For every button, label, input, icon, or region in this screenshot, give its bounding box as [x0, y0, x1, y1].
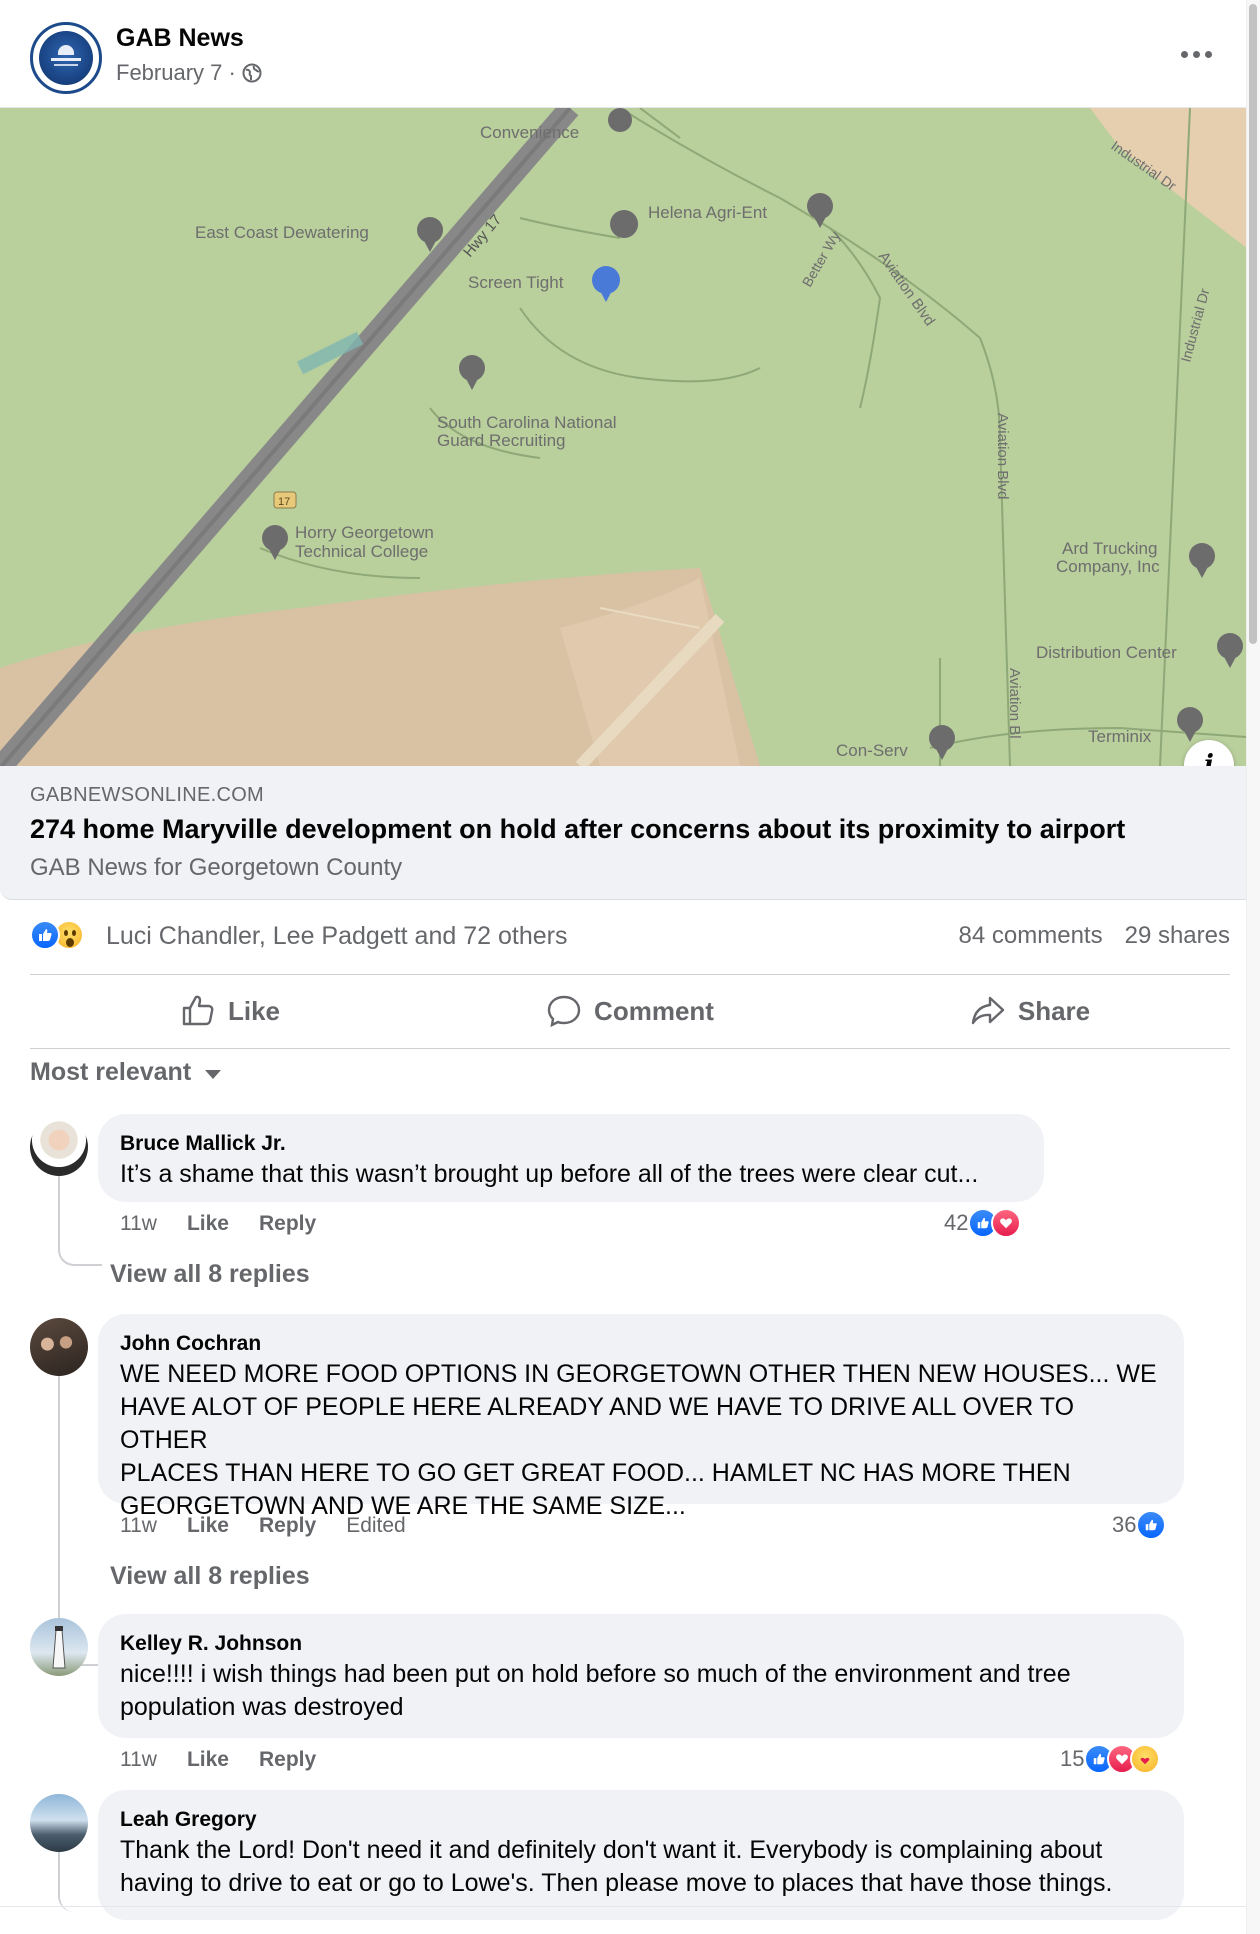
comment-sort-dropdown[interactable]: Most relevant: [30, 1058, 222, 1087]
commenter-name[interactable]: Bruce Mallick Jr.: [120, 1130, 1022, 1158]
link-preview-map-image[interactable]: Convenience East Coast Dewatering Helena…: [0, 108, 1260, 766]
commenter-avatar[interactable]: [30, 1618, 88, 1676]
globe-icon: [242, 63, 262, 83]
comment-meta: 11w Like Reply: [120, 1748, 316, 1772]
comment-bubble: John Cochran WE NEED MORE FOOD OPTIONS I…: [98, 1314, 1184, 1520]
comment-like-button[interactable]: Like: [187, 1514, 229, 1538]
comment-reactions[interactable]: 42: [944, 1208, 1022, 1238]
comment-text: Thank the Lord! Don't need it and defini…: [120, 1836, 1113, 1897]
map-label: 17: [278, 496, 290, 508]
view-replies-link[interactable]: View all 8 replies: [110, 1260, 310, 1289]
map-label: Distribution Center: [1036, 643, 1177, 662]
comment-time[interactable]: 11w: [120, 1212, 157, 1236]
commenter-avatar[interactable]: [30, 1794, 88, 1852]
commenter-name[interactable]: Leah Gregory: [120, 1806, 1162, 1834]
divider: [30, 974, 1230, 975]
comments-count[interactable]: 84 comments: [959, 922, 1103, 950]
like-button[interactable]: Like: [30, 976, 430, 1046]
map-label: Screen Tight: [468, 273, 564, 292]
thread-line: [58, 1176, 102, 1266]
like-reaction-icon: [30, 920, 60, 950]
scrollbar-thumb[interactable]: [1249, 4, 1257, 644]
link-subtitle: GAB News for Georgetown County: [30, 854, 403, 881]
share-label: Share: [1017, 995, 1091, 1026]
comment-reply-button[interactable]: Reply: [259, 1212, 316, 1236]
lighthouse-icon: [52, 1626, 66, 1669]
map-label: Guard Recruiting: [437, 431, 566, 450]
comment-reactions[interactable]: 36: [1112, 1510, 1167, 1540]
like-reaction-icon: [1136, 1510, 1167, 1540]
divider: [30, 1048, 1230, 1049]
reaction-count: 36: [1112, 1512, 1137, 1537]
link-domain: GABNEWSONLINE.COM: [30, 784, 265, 806]
caret-down-icon: [205, 1070, 222, 1079]
comment-bubble: Bruce Mallick Jr. It’s a shame that this…: [98, 1114, 1044, 1202]
page-name[interactable]: GAB News: [116, 24, 244, 53]
care-reaction-icon: [1130, 1744, 1161, 1774]
map-label: East Coast Dewatering: [195, 223, 369, 242]
comment-like-button[interactable]: Like: [187, 1748, 229, 1772]
gab-news-logo: [39, 31, 93, 85]
commenter-avatar[interactable]: [30, 1318, 88, 1376]
share-button[interactable]: Share: [830, 976, 1230, 1046]
map-label: Aviation Bl: [1006, 668, 1023, 739]
reaction-count: 42: [944, 1210, 969, 1235]
sort-label: Most relevant: [30, 1058, 192, 1086]
post-date[interactable]: February 7 ·: [116, 60, 236, 86]
reactors-text[interactable]: Luci Chandler, Lee Padgett and 72 others: [106, 922, 567, 951]
shares-count[interactable]: 29 shares: [1125, 922, 1230, 950]
map-label: Convenience: [480, 123, 579, 142]
reaction-count: 15: [1060, 1746, 1085, 1771]
comment-reactions[interactable]: 15: [1060, 1744, 1161, 1774]
comment-meta: 11w Like Reply: [120, 1212, 316, 1236]
map-label: Company, Inc: [1056, 557, 1160, 576]
map-label: Ard Trucking: [1062, 539, 1157, 558]
map-label: Con-Serv: [836, 741, 908, 760]
comment-text: nice!!!! i wish things had been put on h…: [120, 1660, 1071, 1721]
edited-label: Edited: [346, 1514, 406, 1537]
map-label: Horry Georgetown: [295, 523, 434, 542]
comment-bubble: Kelley R. Johnson nice!!!! i wish things…: [98, 1614, 1184, 1738]
comment-text: WE NEED MORE FOOD OPTIONS IN GEORGETOWN …: [120, 1360, 1157, 1520]
comment-time[interactable]: 11w: [120, 1748, 157, 1772]
scrollbar[interactable]: [1246, 0, 1260, 1934]
bottom-border: [0, 1906, 1246, 1907]
like-label: Like: [227, 995, 281, 1026]
view-replies-link[interactable]: View all 8 replies: [110, 1562, 310, 1591]
map-label: South Carolina National: [437, 413, 617, 432]
thumbs-up-icon: [182, 995, 214, 1026]
comment-bubble: Leah Gregory Thank the Lord! Don't need …: [98, 1790, 1184, 1920]
map-label: Aviation Blvd: [994, 413, 1011, 499]
comment-reply-button[interactable]: Reply: [259, 1748, 316, 1772]
comment-button[interactable]: Comment: [430, 976, 830, 1046]
post-counts: 84 comments 29 shares: [959, 922, 1230, 950]
commenter-name[interactable]: John Cochran: [120, 1330, 1162, 1358]
comment-like-button[interactable]: Like: [187, 1212, 229, 1236]
reaction-icons[interactable]: [30, 920, 84, 950]
commenter-avatar[interactable]: [30, 1118, 88, 1176]
comment-label: Comment: [594, 995, 714, 1026]
map-label: Technical College: [295, 542, 428, 561]
more-options-icon[interactable]: [1176, 36, 1216, 72]
map-label: Terminix: [1088, 727, 1152, 746]
link-title[interactable]: 274 home Maryville development on hold a…: [30, 814, 1125, 845]
map-graphic: Convenience East Coast Dewatering Helena…: [0, 108, 1260, 766]
post-stats: Luci Chandler, Lee Padgett and 72 others…: [30, 916, 1230, 960]
post-header: GAB News February 7 ·: [0, 0, 1260, 108]
link-preview[interactable]: GABNEWSONLINE.COM 274 home Maryville dev…: [0, 766, 1260, 900]
commenter-name[interactable]: Kelley R. Johnson: [120, 1630, 1162, 1658]
facebook-post-card: GAB News February 7 · Convenience East C…: [0, 0, 1260, 1934]
post-meta: February 7 ·: [116, 60, 262, 86]
thread-line: [58, 1852, 102, 1912]
share-icon: [971, 996, 1005, 1025]
comment-meta: 11w Like Reply Edited: [120, 1514, 406, 1538]
map-label: Helena Agri-Ent: [648, 203, 767, 222]
comment-time[interactable]: 11w: [120, 1514, 157, 1538]
comment-reply-button[interactable]: Reply: [259, 1514, 316, 1538]
comment-text: It’s a shame that this wasn’t brought up…: [120, 1160, 979, 1188]
action-bar: Like Comment Share: [30, 976, 1230, 1046]
love-reaction-icon: [991, 1208, 1022, 1238]
page-avatar[interactable]: [30, 22, 102, 94]
comment-icon: [547, 995, 581, 1028]
